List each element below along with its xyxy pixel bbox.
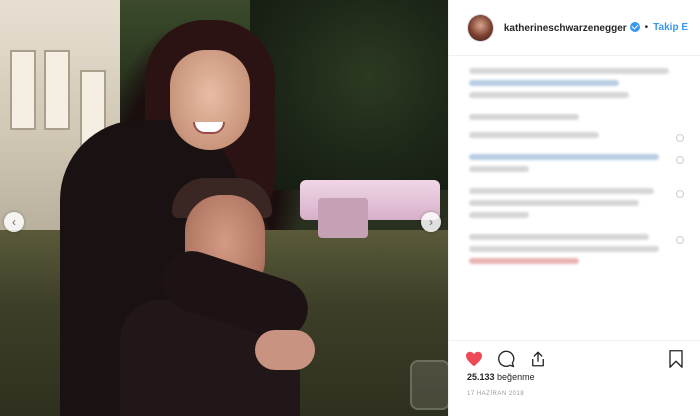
separator-dot: • <box>644 22 649 33</box>
username-link[interactable]: katherineschwarzenegger <box>503 21 640 34</box>
post-header: katherineschwarzenegger • Takip E <box>449 0 700 56</box>
comments-list <box>449 56 700 326</box>
comment-blurred <box>469 154 684 178</box>
heart-icon <box>466 351 482 366</box>
bookmark-icon <box>669 349 683 368</box>
post-photo[interactable]: ‹ › <box>0 0 448 416</box>
chevron-left-icon: ‹ <box>12 215 16 229</box>
woman-face <box>170 50 250 150</box>
verified-badge-icon <box>629 21 640 32</box>
chevron-right-icon: › <box>429 215 433 229</box>
comment-button[interactable] <box>495 348 517 370</box>
post-sidebar: katherineschwarzenegger • Takip E 25.133… <box>448 0 700 416</box>
prev-photo-button[interactable]: ‹ <box>4 212 24 232</box>
likes-count[interactable]: 25.133 beğenme <box>467 372 535 382</box>
next-photo-button[interactable]: › <box>421 212 441 232</box>
share-icon <box>532 351 544 366</box>
heart-outline-icon[interactable] <box>676 236 684 244</box>
comment-blurred <box>469 188 684 224</box>
heart-outline-icon[interactable] <box>676 190 684 198</box>
man-hand <box>255 330 315 370</box>
share-button[interactable] <box>527 348 549 370</box>
like-button[interactable] <box>463 348 485 370</box>
follow-button[interactable]: Takip E <box>653 22 688 33</box>
save-button[interactable] <box>665 348 687 370</box>
caption-blurred <box>469 68 684 104</box>
avatar[interactable] <box>467 13 494 42</box>
post-actions <box>449 340 700 376</box>
watermark-logo <box>410 360 448 410</box>
background-trees <box>250 0 448 190</box>
comment-blurred <box>469 234 684 270</box>
comment-icon <box>498 350 515 367</box>
heart-outline-icon[interactable] <box>676 156 684 164</box>
comment-blurred <box>469 132 684 144</box>
heart-outline-icon[interactable] <box>676 134 684 142</box>
post-date[interactable]: 17 HAZİRAN 2018 <box>467 391 524 397</box>
username: katherineschwarzenegger <box>503 22 627 34</box>
